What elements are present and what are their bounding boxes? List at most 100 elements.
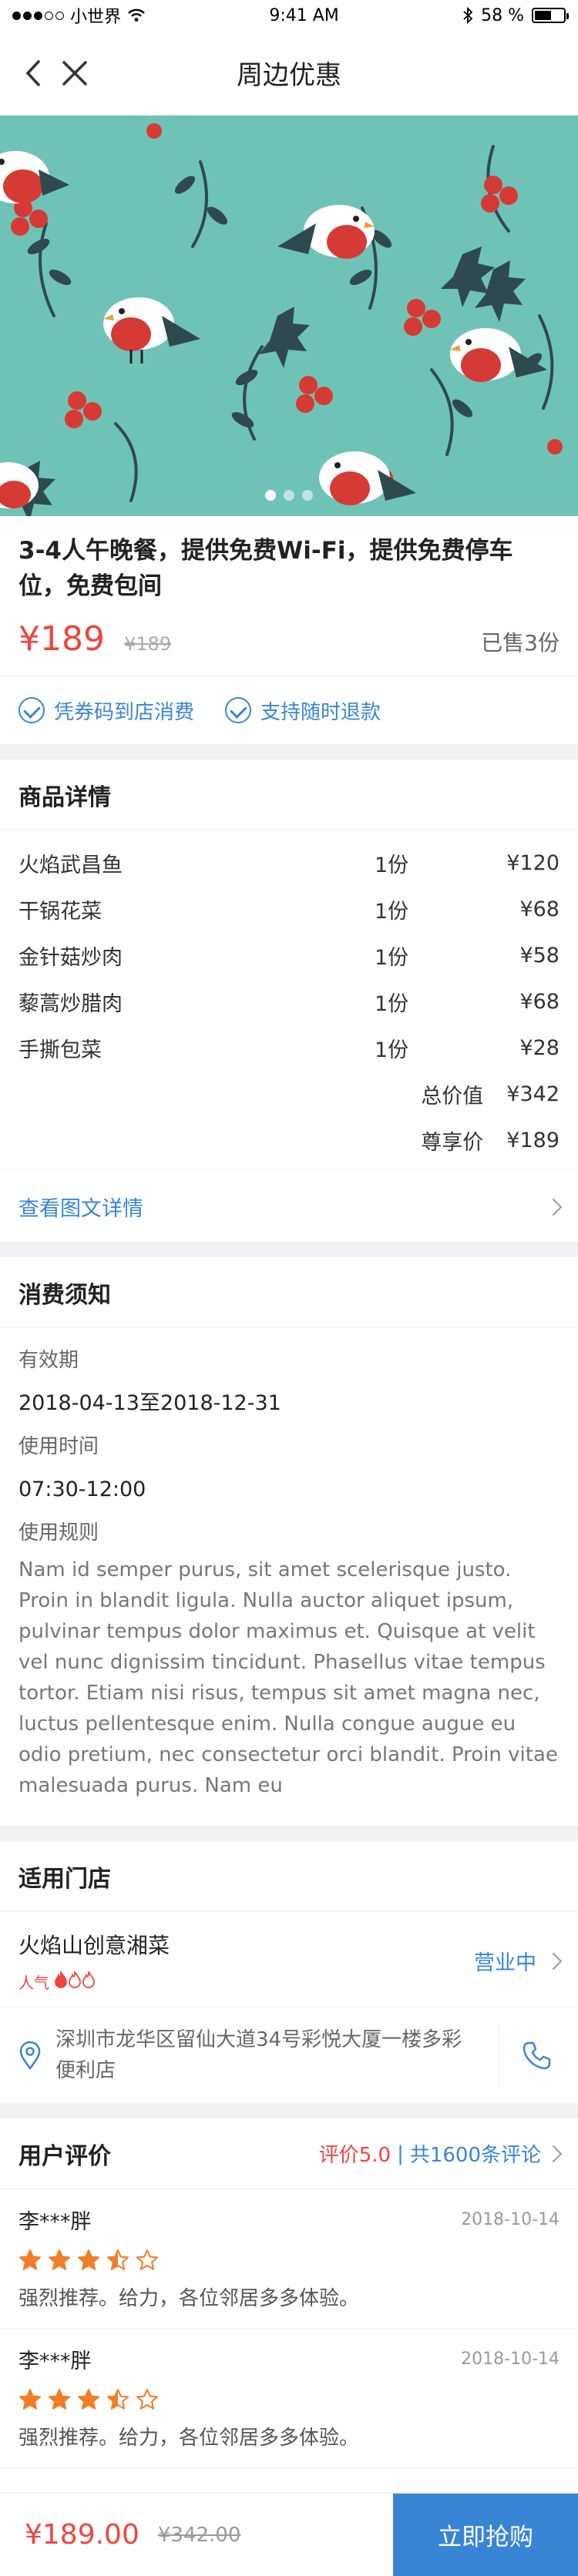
vip-label: 尊享价 [421,1130,484,1155]
star-rating [18,2249,560,2272]
flame-icon [55,1969,67,1988]
star-icon [19,2389,41,2410]
item-price: ¥120 [506,850,560,875]
star-icon [78,2389,99,2410]
star-icon [19,2249,41,2270]
list-item: 金针菇炒肉 1份 ¥58 [18,932,560,978]
close-icon[interactable] [62,60,88,86]
product-list: 火焰武昌鱼 1份 ¥120 干锅花菜 1份 ¥68 金针菇炒肉 1份 ¥58 藜… [0,830,578,1171]
item-price: ¥68 [519,897,560,921]
guarantee-label: 凭券码到店消费 [54,700,195,724]
chevron-right-icon [544,1952,563,1970]
section-title: 消费须知 [18,1281,111,1309]
item-price: ¥58 [519,943,560,968]
popularity-flames [54,1969,96,1992]
carousel-dot[interactable] [284,490,294,501]
phone-icon [523,2041,551,2070]
item-name: 手撕包菜 [18,1038,102,1062]
call-button[interactable] [513,2040,560,2071]
validity-label: 有效期 [18,1349,79,1372]
time-label: 使用时间 [18,1435,99,1458]
section-divider [0,1242,578,1257]
review-text: 强烈推荐。给力，各位邻居多多体验。 [18,2287,360,2310]
rules-label: 使用规则 [18,1521,99,1545]
review-text: 强烈推荐。给力，各位邻居多多体验。 [18,2427,360,2450]
original-price: ¥189 [124,633,172,655]
bottom-bar: ¥189.00 ¥342.00 立即抢购 [0,2493,578,2576]
item-price: ¥68 [519,989,560,1014]
review-item: 李***胖 2018-10-14 强烈推荐。给力，各位邻居多多体验。 [0,2329,578,2468]
address-row: 深圳市龙华区留仙大道34号彩悦大厦一楼多彩便利店 [0,2007,578,2103]
list-item: 火焰武昌鱼 1份 ¥120 [18,840,560,886]
summary-separator: | [397,2142,404,2165]
star-icon [78,2249,99,2270]
popularity-label: 人气 [18,1974,49,1992]
star-icon [49,2389,70,2410]
item-qty: 1份 [375,853,409,877]
star-icon [136,2389,158,2410]
bottom-price-original: ¥342.00 [157,2523,241,2547]
section-divider [0,2103,578,2118]
section-title: 用户评价 [18,2142,111,2170]
rating-score: 评价5.0 [318,2144,391,2167]
battery-level [534,11,551,20]
carousel-dot[interactable] [265,490,276,501]
page-title: 周边优惠 [237,60,341,91]
reviewer-name: 李***胖 [18,2210,92,2234]
carousel-dot[interactable] [302,490,313,501]
list-item: 藜蒿炒腊肉 1份 ¥68 [18,978,560,1025]
details-header: 商品详情 [0,760,578,830]
item-name: 藜蒿炒腊肉 [18,991,123,1016]
check-circle-icon [225,697,252,723]
notice-body: 有效期 2018-04-13至2018-12-31 使用时间 07:30-12:… [0,1328,578,1826]
time-value: 07:30-12:00 [18,1478,146,1501]
bottom-price: ¥189.00 ¥342.00 [0,2494,393,2576]
navigation-bar: 周边优惠 [0,31,578,116]
item-qty: 1份 [375,1038,409,1062]
star-icon [107,2249,129,2270]
review-count: 共1600条评论 [409,2144,541,2167]
view-details-link[interactable]: 查看图文详情 [0,1171,578,1242]
validity-value: 2018-04-13至2018-12-31 [18,1391,281,1415]
vip-value: ¥189 [506,1128,560,1152]
carousel-indicator[interactable] [265,490,313,501]
banner-carousel[interactable] [0,116,578,516]
star-icon [136,2249,158,2270]
section-title: 适用门店 [18,1865,111,1893]
review-summary: 评价5.0 | 共1600条评论 [318,2139,563,2168]
guarantee-item: 凭券码到店消费 [18,696,194,725]
price-row: ¥189 ¥189 已售3份 [0,604,578,676]
buy-now-button[interactable]: 立即抢购 [393,2494,578,2576]
bluetooth-icon [463,7,473,24]
guarantee-row: 凭券码到店消费 支持随时退款 [0,676,578,744]
signal-icon [12,11,64,20]
section-divider [0,1826,578,1841]
section-title: 商品详情 [18,783,111,811]
item-price: ¥28 [519,1035,560,1060]
store-item[interactable]: 火焰山创意湘菜 人气 营业中 [0,1912,578,2007]
total-label: 总价值 [421,1084,484,1109]
guarantee-item: 支持随时退款 [225,696,381,725]
price-group: ¥189 ¥189 [18,619,171,659]
status-right: 58 % [462,6,569,25]
battery-icon [531,8,569,23]
status-time: 9:41 AM [269,5,339,25]
reviews-header[interactable]: 用户评价 评价5.0 | 共1600条评论 [0,2118,578,2189]
reviewer-name: 李***胖 [18,2350,92,2373]
star-rating [18,2388,560,2411]
star-icon [107,2389,129,2410]
back-icon[interactable] [25,59,42,87]
star-icon [49,2249,70,2270]
banner-image [0,116,578,516]
notice-header: 消费须知 [0,1257,578,1328]
total-value-row: 总价值 ¥342 [18,1071,560,1117]
item-qty: 1份 [375,945,409,970]
carrier-label: 小世界 [70,8,122,27]
review-date: 2018-10-14 [461,2350,560,2369]
status-left: 小世界 [12,3,146,28]
item-name: 火焰武昌鱼 [18,853,123,877]
item-qty: 1份 [375,991,409,1016]
deal-price: ¥189 [18,619,105,659]
check-circle-icon [18,697,45,723]
total-value: ¥342 [506,1082,560,1106]
